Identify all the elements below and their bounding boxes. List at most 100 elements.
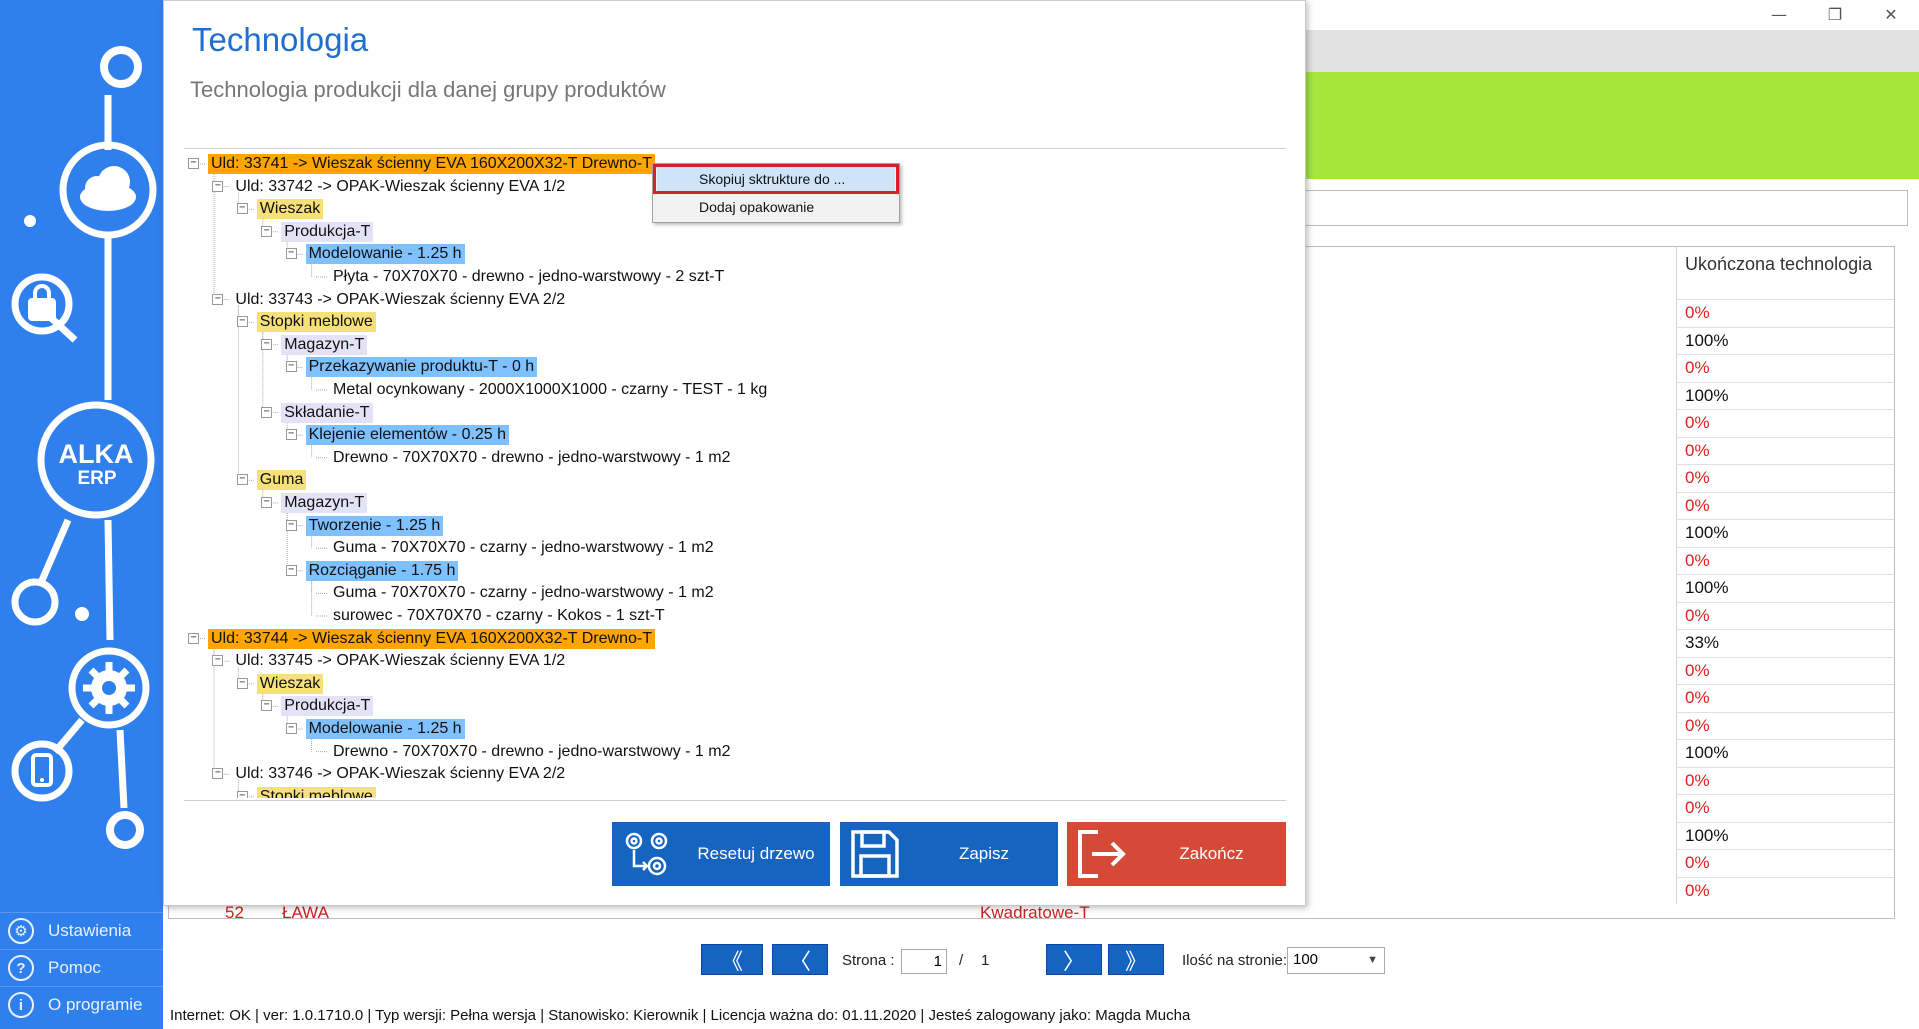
tree-node[interactable]: Modelowanie - 1.25 h	[305, 244, 465, 265]
tree-node[interactable]: Płyta - 70X70X70 - drewno - jedno-warstw…	[330, 267, 727, 287]
last-page-button[interactable]: 》	[1108, 944, 1164, 975]
tree-node-label: Wieszak	[256, 199, 324, 220]
tree-node[interactable]: Guma - 70X70X70 - czarny - jedno-warstwo…	[330, 583, 717, 603]
tree-node[interactable]: Składanie-T	[281, 402, 373, 423]
table-cell-completed[interactable]: 0%	[1676, 601, 1894, 629]
tree-node[interactable]: Uld: 33745 -> OPAK-Wieszak ścienny EVA 1…	[232, 651, 568, 671]
collapse-icon[interactable]: −	[285, 429, 297, 441]
table-cell-completed[interactable]: 100%	[1676, 574, 1894, 602]
collapse-icon[interactable]: −	[261, 406, 273, 418]
table-cell-completed[interactable]: 100%	[1676, 326, 1894, 354]
table-cell-completed[interactable]: 0%	[1676, 464, 1894, 492]
tree-node[interactable]: Magazyn-T	[281, 334, 368, 355]
tree-node-label: Guma - 70X70X70 - czarny - jedno-warstwo…	[333, 584, 714, 602]
first-page-button[interactable]: 《	[701, 944, 763, 975]
close-button[interactable]: ✕	[1863, 0, 1919, 28]
collapse-icon[interactable]: −	[236, 474, 248, 486]
menu-item-add-packaging[interactable]: Dodaj opakowanie	[657, 195, 895, 219]
tree-node[interactable]: Guma - 70X70X70 - czarny - jedno-warstwo…	[330, 538, 717, 558]
tree-node[interactable]: Przekazywanie produktu-T - 0 h	[305, 357, 538, 378]
sidebar-item-help[interactable]: ? Pomoc	[0, 949, 163, 986]
restore-button[interactable]: ❐	[1807, 0, 1863, 28]
tree-node-label: Modelowanie - 1.25 h	[305, 244, 465, 265]
tree-node[interactable]: Wieszak	[256, 673, 324, 694]
tree-node[interactable]: Klejenie elementów - 0.25 h	[305, 425, 510, 446]
exit-button[interactable]: Zakończ	[1067, 822, 1286, 886]
collapse-icon[interactable]: −	[188, 632, 199, 644]
tree-node[interactable]: surowec - 70X70X70 - czarny - Kokos - 1 …	[330, 606, 668, 626]
collapse-icon[interactable]: −	[236, 203, 248, 215]
collapse-icon[interactable]: −	[261, 338, 273, 350]
collapse-icon[interactable]: −	[285, 564, 297, 576]
table-cell-completed[interactable]: 100%	[1676, 381, 1894, 409]
collapse-icon[interactable]: −	[261, 700, 273, 712]
table-row-partial[interactable]: 52 ŁAWA Kwadratowe-T	[220, 905, 1520, 921]
tree-node[interactable]: Drewno - 70X70X70 - drewno - jedno-warst…	[330, 742, 734, 762]
collapse-icon[interactable]: −	[236, 790, 248, 798]
tree-node-label: Modelowanie - 1.25 h	[305, 719, 465, 739]
collapse-icon[interactable]: −	[285, 723, 297, 734]
per-page-select[interactable]: 100 ▼	[1287, 947, 1385, 974]
collapse-icon[interactable]: −	[212, 768, 224, 780]
table-cell-completed[interactable]: 0%	[1676, 491, 1894, 519]
table-cell-completed[interactable]: 100%	[1676, 519, 1894, 547]
tree-node[interactable]: Drewno - 70X70X70 - drewno - jedno-warst…	[330, 448, 734, 468]
sidebar-item-settings[interactable]: ⚙ Ustawienia	[0, 912, 163, 949]
tree-node[interactable]: Uld: 33744 -> Wieszak ścienny EVA 160X20…	[208, 628, 655, 649]
table-cell-completed[interactable]: 0%	[1676, 684, 1894, 712]
table-cell-completed[interactable]: 100%	[1676, 821, 1894, 849]
table-cell-completed[interactable]: 0%	[1676, 299, 1894, 327]
collapse-icon[interactable]: −	[236, 677, 248, 689]
sidebar-item-about[interactable]: i O programie	[0, 986, 163, 1023]
tree-node[interactable]: Uld: 33743 -> OPAK-Wieszak ścienny EVA 2…	[232, 290, 568, 310]
prev-page-button[interactable]: 〈	[772, 944, 828, 975]
tree-node[interactable]: Produkcja-T	[281, 221, 374, 242]
tree-node-label: Guma	[256, 470, 307, 491]
table-cell-completed[interactable]: 0%	[1676, 876, 1894, 904]
collapse-icon[interactable]: −	[261, 225, 273, 237]
filter-input[interactable]	[1300, 190, 1908, 226]
tree-node[interactable]: Uld: 33746 -> OPAK-Wieszak ścienny EVA 2…	[232, 764, 568, 784]
table-cell-completed[interactable]: 0%	[1676, 849, 1894, 877]
reset-tree-button[interactable]: Resetuj drzewo	[612, 822, 830, 886]
tree-node[interactable]: Wieszak	[256, 199, 324, 220]
collapse-icon[interactable]: −	[188, 158, 199, 169]
next-page-button[interactable]: 〉	[1046, 944, 1102, 975]
table-cell-completed[interactable]: 0%	[1676, 656, 1894, 684]
collapse-icon[interactable]: −	[212, 293, 224, 305]
tree-node[interactable]: Magazyn-T	[281, 493, 368, 513]
tree-node-label: Magazyn-T	[281, 334, 368, 355]
table-cell-completed[interactable]: 0%	[1676, 409, 1894, 437]
collapse-icon[interactable]: −	[212, 655, 224, 667]
tree-node[interactable]: Metal ocynkowany - 2000X1000X1000 - czar…	[330, 380, 770, 400]
collapse-icon[interactable]: −	[261, 497, 273, 508]
page-input[interactable]: 1	[901, 949, 947, 974]
tree-node[interactable]: Tworzenie - 1.25 h	[305, 515, 444, 536]
tree-node[interactable]: Stopki meblowe	[256, 312, 376, 333]
tree-node[interactable]: Rozciąganie - 1.75 h	[305, 560, 459, 581]
table-cell-completed[interactable]: 0%	[1676, 711, 1894, 739]
collapse-icon[interactable]: −	[212, 180, 224, 192]
save-button[interactable]: Zapisz	[840, 822, 1058, 886]
tree-node[interactable]: Guma	[256, 470, 307, 491]
table-cell-completed[interactable]: 0%	[1676, 546, 1894, 574]
column-header-completed-technology[interactable]: Ukończona technologia	[1676, 247, 1894, 299]
tree-node[interactable]: Uld: 33742 -> OPAK-Wieszak ścienny EVA 1…	[232, 177, 568, 197]
table-cell-completed[interactable]: 0%	[1676, 766, 1894, 794]
table-cell-completed[interactable]: 0%	[1676, 794, 1894, 822]
tree-node[interactable]: Produkcja-T	[281, 696, 374, 717]
collapse-icon[interactable]: −	[285, 519, 297, 531]
table-cell-completed[interactable]: 33%	[1676, 629, 1894, 657]
tree-node[interactable]: Uld: 33741 -> Wieszak ścienny EVA 160X20…	[208, 154, 655, 174]
table-cell-completed[interactable]: 0%	[1676, 354, 1894, 382]
minimize-button[interactable]: —	[1751, 0, 1807, 28]
tree-node[interactable]: Modelowanie - 1.25 h	[305, 719, 465, 739]
table-cell-completed[interactable]: 0%	[1676, 436, 1894, 464]
technology-tree[interactable]: − Uld: 33741 -> Wieszak ścienny EVA 160X2…	[184, 153, 1286, 798]
collapse-icon[interactable]: −	[285, 361, 297, 373]
table-cell-completed[interactable]: 100%	[1676, 739, 1894, 767]
tree-node-label: Składanie-T	[281, 402, 373, 423]
collapse-icon[interactable]: −	[236, 316, 248, 328]
tree-node[interactable]: Stopki meblowe	[256, 786, 376, 798]
collapse-icon[interactable]: −	[285, 248, 297, 260]
